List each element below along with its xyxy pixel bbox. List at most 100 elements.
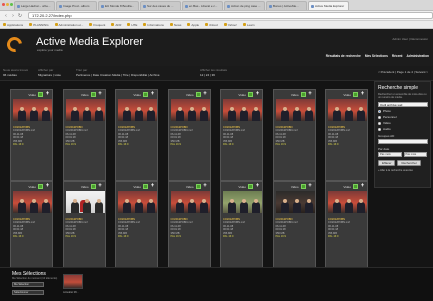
groups-input[interactable] — [378, 139, 428, 145]
media-thumbnail[interactable] — [170, 99, 210, 121]
selection-thumbnail[interactable] — [63, 274, 83, 289]
media-thumbnail[interactable] — [65, 191, 105, 213]
browser-tab[interactable]: Image Prod - album — [56, 1, 97, 10]
add-to-selection-icon[interactable]: + — [203, 183, 208, 189]
media-card[interactable]: Vidéo + CO2012POBN CO2012POBN.mxf 06-11-08 00… — [325, 89, 368, 181]
add-to-selection-icon[interactable]: + — [45, 91, 50, 97]
bookmark-item[interactable]: Applications — [3, 23, 23, 27]
selection-action-select[interactable]: Sélectionner — [12, 290, 44, 295]
media-card[interactable]: Vidéo + CO2012POBN CO2012POBN.mxf 06-11-08 00… — [10, 181, 53, 273]
media-thumbnail[interactable] — [275, 99, 315, 121]
media-thumbnail[interactable] — [223, 191, 262, 213]
media-card[interactable]: Vidéo + CO2012POBN CO2012POBN.mxf 06-11-08 00… — [325, 181, 368, 273]
bookmark-item[interactable]: iCloud — [205, 23, 218, 27]
select-checkbox-icon[interactable] — [90, 92, 96, 97]
pagination[interactable]: < Précédent | Page 1 de 4 | Suivant > — [378, 70, 428, 74]
bookmark-item[interactable]: Informations — [143, 23, 164, 27]
select-checkbox-icon[interactable] — [353, 92, 358, 97]
filter-value[interactable]: 12 | 24 | 36 — [200, 73, 227, 77]
date-from-select[interactable]: Pas mois — [378, 152, 402, 158]
add-to-selection-icon[interactable]: + — [308, 91, 313, 97]
media-card[interactable]: Vidéo + CO2012POBN CO2012POBN.mxf 06-11-08 00… — [115, 89, 158, 181]
browser-tab[interactable]: Active Media Explorer — [308, 1, 349, 10]
radio-button-icon[interactable] — [378, 109, 381, 113]
bookmark-item[interactable]: Learn — [242, 23, 255, 27]
minimize-window-icon[interactable] — [6, 3, 9, 6]
add-to-selection-icon[interactable]: + — [98, 91, 103, 97]
browser-tab[interactable]: Action de ping case ... — [224, 1, 265, 10]
sort-order[interactable]: Trier par Pertinence | Date Création Méd… — [76, 68, 160, 77]
radio-button-icon[interactable] — [378, 115, 381, 119]
media-type-radio[interactable]: Audio — [378, 127, 427, 131]
media-card[interactable]: Vidéo + CO2012POBN CO2012POBN.mxf 06-11-08 00… — [220, 89, 263, 181]
top-nav-item[interactable]: Administration — [407, 54, 430, 58]
browser-tab[interactable]: EU Monde 8 Bouilla... — [98, 1, 139, 10]
radio-button-icon[interactable] — [378, 127, 381, 131]
media-thumbnail[interactable] — [328, 99, 367, 121]
media-card[interactable]: Vidéo + CO2012POBN CO2012POBN.mxf 06-11-08 00… — [167, 89, 211, 181]
bookmark-item[interactable]: HTE — [127, 23, 137, 27]
media-card[interactable]: Vidéo + CO2012POBN CO2012POBN.mxf 06-11-08 00… — [220, 181, 263, 273]
results-per-page[interactable]: Afficher les résultats 12 | 24 | 36 — [200, 68, 227, 77]
media-card[interactable]: Vidéo + CO2012POBN CO2012POBN.mxf 06-11-08 00… — [272, 89, 316, 181]
bookmark-item[interactable]: News — [169, 23, 181, 27]
search-input[interactable] — [378, 102, 428, 108]
media-type-radio[interactable]: Personnel — [378, 115, 427, 119]
add-to-selection-icon[interactable]: + — [360, 91, 365, 97]
bookmark-item[interactable]: Administration et... — [54, 23, 83, 27]
add-to-selection-icon[interactable]: + — [98, 183, 103, 189]
add-to-selection-icon[interactable]: + — [203, 91, 208, 97]
select-checkbox-icon[interactable] — [38, 184, 43, 189]
zoom-window-icon[interactable] — [10, 3, 13, 6]
advanced-search-link[interactable]: » Aller à la recherche avancée — [378, 169, 427, 172]
media-type-radio[interactable]: Photo — [378, 109, 427, 113]
select-checkbox-icon[interactable] — [300, 92, 306, 97]
media-thumbnail[interactable] — [275, 191, 315, 213]
bookmark-item[interactable]: AFR — [111, 23, 121, 27]
close-window-icon[interactable] — [2, 3, 5, 6]
top-nav-item[interactable]: Récent — [392, 54, 403, 58]
filter-value[interactable]: Pertinence | Date Création Média | Titre… — [76, 73, 160, 77]
browser-tab[interactable]: Bonus | ActiveMe... — [266, 1, 307, 10]
media-thumbnail[interactable] — [65, 99, 105, 121]
media-thumbnail[interactable] — [13, 191, 52, 213]
media-thumbnail[interactable] — [328, 191, 367, 213]
display-mode[interactable]: Afficher par Mignatture | Liste — [38, 68, 61, 77]
back-icon[interactable]: ‹ — [3, 13, 9, 19]
select-checkbox-icon[interactable] — [90, 184, 96, 189]
media-card[interactable]: Vidéo + CO2012POBN CO2012POBN.mxf 06-11-08 00… — [167, 181, 211, 273]
media-thumbnail[interactable] — [223, 99, 262, 121]
add-to-selection-icon[interactable]: + — [45, 183, 50, 189]
bookmark-item[interactable]: Apple — [187, 23, 199, 27]
date-to-select[interactable]: Pas mois — [403, 152, 427, 158]
media-type-radio[interactable]: Vidéo — [378, 121, 427, 125]
url-bar[interactable]: 172.20.2.27/index.php — [28, 12, 433, 19]
media-thumbnail[interactable] — [118, 191, 157, 213]
reload-icon[interactable]: ↻ — [17, 13, 23, 19]
add-to-selection-icon[interactable]: + — [255, 183, 260, 189]
media-card[interactable]: Vidéo + CO2012POBN CO2012POBN.mxf 06-11-08 00… — [115, 181, 158, 273]
top-nav-item[interactable]: Résultats de recherche — [326, 54, 361, 58]
filter-value[interactable]: Mignatture | Liste — [38, 73, 61, 77]
user-menu[interactable]: Admin User | Déconnexion — [392, 37, 428, 41]
select-checkbox-icon[interactable] — [195, 184, 201, 189]
bookmark-item[interactable]: PLANNING — [29, 23, 49, 27]
media-card[interactable]: Vidéo + CO2012POBN CO2012POBN.mxf 06-11-08 00… — [62, 89, 106, 181]
select-checkbox-icon[interactable] — [353, 184, 358, 189]
add-to-selection-icon[interactable]: + — [150, 183, 155, 189]
select-checkbox-icon[interactable] — [38, 92, 43, 97]
browser-tab[interactable]: Large Hadron - urbe... — [14, 1, 55, 10]
bookmark-item[interactable]: Yahoo! — [223, 23, 237, 27]
add-to-selection-icon[interactable]: + — [150, 91, 155, 97]
search-button[interactable]: Rechercher — [397, 160, 421, 167]
browser-tab[interactable]: Sur des cases du ... — [140, 1, 181, 10]
media-thumbnail[interactable] — [118, 99, 157, 121]
add-to-selection-icon[interactable]: + — [255, 91, 260, 97]
add-to-selection-icon[interactable]: + — [308, 183, 313, 189]
select-checkbox-icon[interactable] — [248, 184, 253, 189]
radio-button-icon[interactable] — [378, 121, 381, 125]
media-thumbnail[interactable] — [170, 191, 210, 213]
bookmark-item[interactable]: Frequent — [89, 23, 105, 27]
select-checkbox-icon[interactable] — [248, 92, 253, 97]
media-card[interactable]: Vidéo + CO2012POBN CO2012POBN.mxf 06-11-08 00… — [62, 181, 106, 273]
